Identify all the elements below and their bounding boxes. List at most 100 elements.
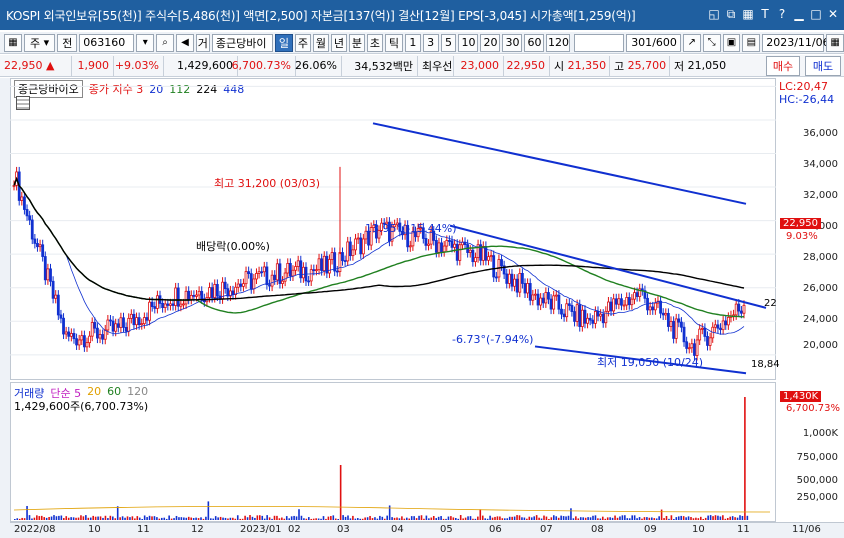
candle — [161, 303, 165, 309]
candle — [192, 294, 196, 297]
x-tick: 06 — [489, 524, 502, 535]
minimize-icon[interactable]: ▁ — [792, 6, 806, 22]
candle — [552, 295, 556, 310]
candle — [500, 259, 503, 267]
period-day[interactable]: 일 — [274, 33, 293, 52]
close-icon[interactable]: ✕ — [826, 6, 840, 22]
font-size-icon[interactable]: T — [758, 6, 772, 22]
interval-10[interactable]: 10 — [458, 33, 479, 52]
draw-tool-icon[interactable]: ⤡ — [702, 33, 721, 52]
turnover-pct: 26.06% — [295, 55, 342, 76]
trend-tool-icon[interactable]: ↗ — [682, 33, 701, 52]
volume-bar — [646, 517, 648, 520]
volume-bar — [187, 516, 190, 520]
x-tick: 10 — [88, 524, 101, 535]
layout-icon[interactable]: ▦ — [4, 33, 22, 52]
candle — [176, 287, 180, 307]
search-icon[interactable]: ⌕ — [156, 33, 175, 52]
volume-bar — [48, 517, 50, 520]
volume-bar — [200, 517, 202, 520]
volume-bar — [499, 516, 501, 520]
price-y-axis: 36,000 34,000 32,000 30,000 28,000 26,00… — [777, 78, 844, 380]
sell-button[interactable]: 매도 — [805, 56, 841, 76]
window-title: KOSPI 외국인보유[55(천)] 주식수[5,486(천)] 액면[2,50… — [6, 8, 636, 23]
volume-bar — [87, 517, 90, 520]
volume-bar — [119, 517, 121, 520]
interval-30[interactable]: 30 — [502, 33, 523, 52]
volume-bar — [709, 515, 712, 520]
volume-bar — [719, 516, 722, 520]
candle — [244, 271, 248, 285]
dropdown-icon[interactable]: ▾ — [136, 33, 155, 52]
candle — [607, 301, 610, 312]
x-tick: 2022/08 — [14, 524, 56, 535]
period-week[interactable]: 주 — [294, 33, 311, 52]
period-second[interactable]: 초 — [366, 33, 383, 52]
candle — [356, 237, 360, 240]
stock-name-field[interactable]: 종근당바이 — [211, 33, 273, 52]
candle — [51, 280, 55, 299]
link-icon[interactable]: ⧉ — [724, 6, 738, 22]
volume-bar — [50, 516, 53, 520]
restore-icon[interactable]: ◱ — [707, 6, 721, 22]
volume-value: 1,429,600 — [164, 55, 238, 76]
volume-bar — [43, 517, 45, 520]
volume-bar — [178, 517, 180, 520]
maximize-icon[interactable]: □ — [809, 6, 823, 22]
candle — [41, 244, 45, 257]
jeon-button[interactable]: 전 — [57, 33, 78, 52]
price-change: 1,900 — [72, 55, 114, 76]
lock-icon[interactable]: ▣ — [722, 33, 741, 52]
data-count-field[interactable]: 301/600 — [625, 33, 681, 52]
volume-bar — [425, 515, 428, 520]
interval-60[interactable]: 60 — [524, 33, 545, 52]
period-minute[interactable]: 분 — [348, 33, 365, 52]
geo-button[interactable]: 거 — [195, 33, 210, 52]
candle — [361, 238, 365, 255]
interval-5[interactable]: 5 — [440, 33, 457, 52]
candle — [54, 294, 58, 299]
buy-button[interactable]: 매수 — [766, 56, 800, 76]
volume-bar — [736, 517, 739, 520]
period-month[interactable]: 월 — [312, 33, 329, 52]
speaker-icon[interactable]: ◀ — [176, 33, 194, 52]
grid-icon[interactable]: ▦ — [741, 6, 755, 22]
candle — [119, 317, 123, 328]
interval-20[interactable]: 20 — [480, 33, 501, 52]
date-input[interactable]: 2023/11/06 — [762, 33, 830, 52]
candle — [242, 283, 245, 287]
volume-bar — [77, 517, 80, 520]
interval-3[interactable]: 3 — [422, 33, 439, 52]
candle — [708, 337, 712, 346]
interval-120[interactable]: 120 — [546, 33, 571, 52]
count-input[interactable] — [574, 33, 624, 52]
candle — [124, 327, 128, 332]
save-icon[interactable]: ▤ — [742, 33, 761, 52]
candle — [338, 252, 342, 272]
x-tick: 02 — [288, 524, 301, 535]
chart-type-select[interactable]: 주 ▾ — [23, 33, 56, 52]
volume-bar — [521, 517, 523, 520]
stock-code-input[interactable]: 063160 — [79, 33, 135, 52]
period-year[interactable]: 년 — [330, 33, 347, 52]
period-tick[interactable]: 틱 — [384, 33, 403, 52]
volume-bar — [33, 517, 36, 520]
candle — [273, 274, 277, 281]
volume-bar — [151, 516, 153, 520]
volume-bar — [707, 515, 709, 520]
candle — [64, 331, 68, 335]
help-icon[interactable]: ? — [775, 6, 789, 22]
volume-bar — [381, 516, 384, 520]
volume-bar — [332, 515, 335, 520]
interval-1[interactable]: 1 — [404, 33, 421, 52]
candle — [322, 255, 326, 271]
volume-bar — [53, 515, 55, 520]
volume-bar — [180, 517, 183, 520]
volume-bar — [430, 517, 433, 520]
volume-bar — [486, 518, 489, 520]
calendar-icon[interactable]: ▦ — [826, 33, 844, 52]
hc-label: HC:-26,44 — [779, 93, 835, 106]
candle — [348, 241, 352, 257]
candle — [620, 298, 623, 306]
volume-bar — [232, 517, 234, 520]
